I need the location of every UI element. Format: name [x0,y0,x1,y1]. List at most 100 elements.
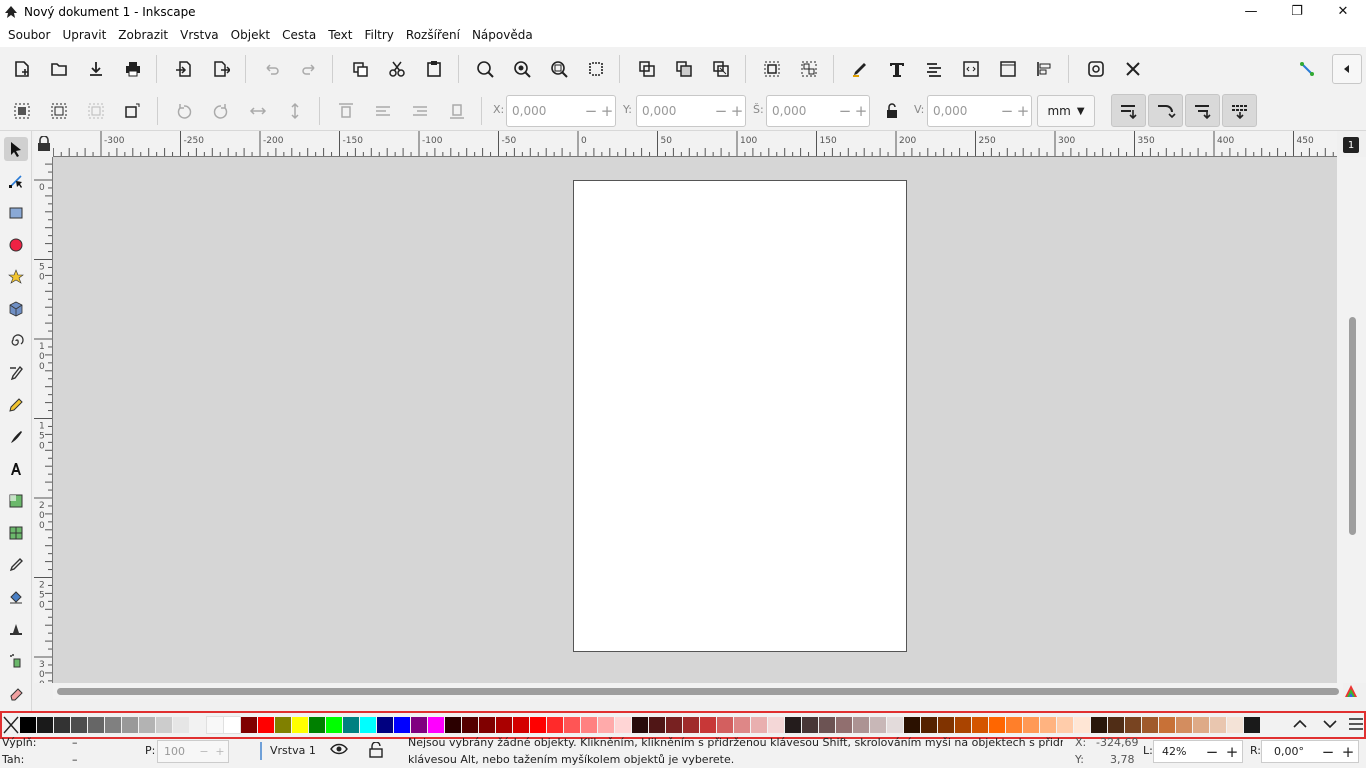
opacity-field[interactable]: 100 − + [157,740,229,763]
rotate-value[interactable]: 0,00° [1262,745,1318,758]
color-swatch[interactable] [989,717,1005,733]
color-swatch[interactable] [819,717,835,733]
zoom-in-icon[interactable]: + [1222,743,1242,761]
flip-horizontal-icon[interactable] [246,99,270,123]
scale-corners-toggle[interactable] [1148,94,1183,127]
opacity-decrement-icon[interactable]: − [196,745,212,758]
rotate-increment-icon[interactable]: + [1338,743,1358,761]
unit-select[interactable]: mm ▼ [1037,95,1095,127]
stroke-indicator[interactable]: – [72,753,78,766]
document-properties-icon[interactable] [1084,57,1108,81]
color-swatch[interactable] [921,717,937,733]
ungroup-icon[interactable] [797,57,821,81]
chevron-down-icon[interactable] [1321,715,1339,733]
color-swatch[interactable] [71,717,87,733]
x-value[interactable]: 0,000 [507,104,583,118]
x-decrement-icon[interactable]: − [583,102,599,120]
color-swatch[interactable] [802,717,818,733]
color-swatch[interactable] [37,717,53,733]
color-swatch[interactable] [139,717,155,733]
rotate-ccw-icon[interactable] [172,99,196,123]
group-icon[interactable] [760,57,784,81]
color-swatch[interactable] [972,717,988,733]
color-swatch[interactable] [1244,717,1260,733]
color-swatch[interactable] [1108,717,1124,733]
rotate-cw-icon[interactable] [209,99,233,123]
zoom-page-icon[interactable] [547,57,571,81]
lock-guides-icon[interactable] [37,136,51,152]
color-swatch[interactable] [904,717,920,733]
import-icon[interactable] [172,57,196,81]
color-swatch[interactable] [1057,717,1073,733]
layers-objects-icon[interactable] [996,57,1020,81]
pencil-tool-icon[interactable] [4,393,28,417]
new-document-icon[interactable] [10,57,34,81]
menu-extensions[interactable]: Rozšíření [400,28,466,42]
w-field[interactable]: 0,000 − + [766,95,870,127]
select-all-layers-icon[interactable] [47,99,71,123]
zoom-selection-icon[interactable] [473,57,497,81]
unlink-clone-icon[interactable] [709,57,733,81]
vertical-scrollbar[interactable] [1337,157,1366,683]
y-decrement-icon[interactable]: − [713,102,729,120]
color-swatch[interactable] [1159,717,1175,733]
menu-object[interactable]: Objekt [225,28,276,42]
menu-text[interactable]: Text [322,28,358,42]
w-decrement-icon[interactable]: − [837,102,853,120]
vertical-scroll-thumb[interactable] [1349,317,1356,535]
color-swatch[interactable] [88,717,104,733]
y-field[interactable]: 0,000 − + [636,95,746,127]
color-swatch[interactable] [632,717,648,733]
transform-gradients-toggle[interactable] [1185,94,1220,127]
y-increment-icon[interactable]: + [729,102,745,120]
selector-tool-icon[interactable] [4,137,28,161]
color-swatch[interactable] [887,717,903,733]
w-value[interactable]: 0,000 [767,104,837,118]
color-swatch[interactable] [411,717,427,733]
color-swatch[interactable] [479,717,495,733]
ellipse-tool-icon[interactable] [4,233,28,257]
rotate-decrement-icon[interactable]: − [1318,743,1338,761]
zoom-value[interactable]: 42% [1154,745,1202,758]
opacity-increment-icon[interactable]: + [212,745,228,758]
gradient-tool-icon[interactable] [4,489,28,513]
h-increment-icon[interactable]: + [1015,102,1031,120]
color-swatch[interactable] [462,717,478,733]
select-same-icon[interactable] [121,99,145,123]
color-swatch[interactable] [190,717,206,733]
star-tool-icon[interactable] [4,265,28,289]
color-swatch[interactable] [615,717,631,733]
color-swatch[interactable] [870,717,886,733]
color-swatch[interactable] [751,717,767,733]
mesh-tool-icon[interactable] [4,521,28,545]
menu-layer[interactable]: Vrstva [174,28,225,42]
menu-help[interactable]: Nápověda [466,28,539,42]
color-swatch[interactable] [683,717,699,733]
color-swatch[interactable] [547,717,563,733]
redo-icon[interactable] [297,57,321,81]
color-swatch[interactable] [649,717,665,733]
color-swatch[interactable] [275,717,291,733]
maximize-icon[interactable]: ❐ [1274,0,1320,23]
color-swatch[interactable] [938,717,954,733]
preferences-icon[interactable] [1121,57,1145,81]
rotate-field[interactable]: 0,00° − + [1261,740,1359,763]
color-swatch[interactable] [853,717,869,733]
h-value[interactable]: 0,000 [928,104,999,118]
color-swatch[interactable] [530,717,546,733]
color-swatch[interactable] [1023,717,1039,733]
color-swatch[interactable] [377,717,393,733]
color-swatch[interactable] [360,717,376,733]
color-swatch[interactable] [513,717,529,733]
paint-bucket-tool-icon[interactable] [4,585,28,609]
lower-icon[interactable] [408,99,432,123]
color-manage-icon[interactable] [1343,683,1361,701]
color-swatch[interactable] [1142,717,1158,733]
color-swatch[interactable] [173,717,189,733]
lower-to-bottom-icon[interactable] [445,99,469,123]
color-swatch[interactable] [581,717,597,733]
menu-file[interactable]: Soubor [2,28,56,42]
selectors-css-icon[interactable] [959,57,983,81]
flip-vertical-icon[interactable] [283,99,307,123]
color-swatch[interactable] [734,717,750,733]
